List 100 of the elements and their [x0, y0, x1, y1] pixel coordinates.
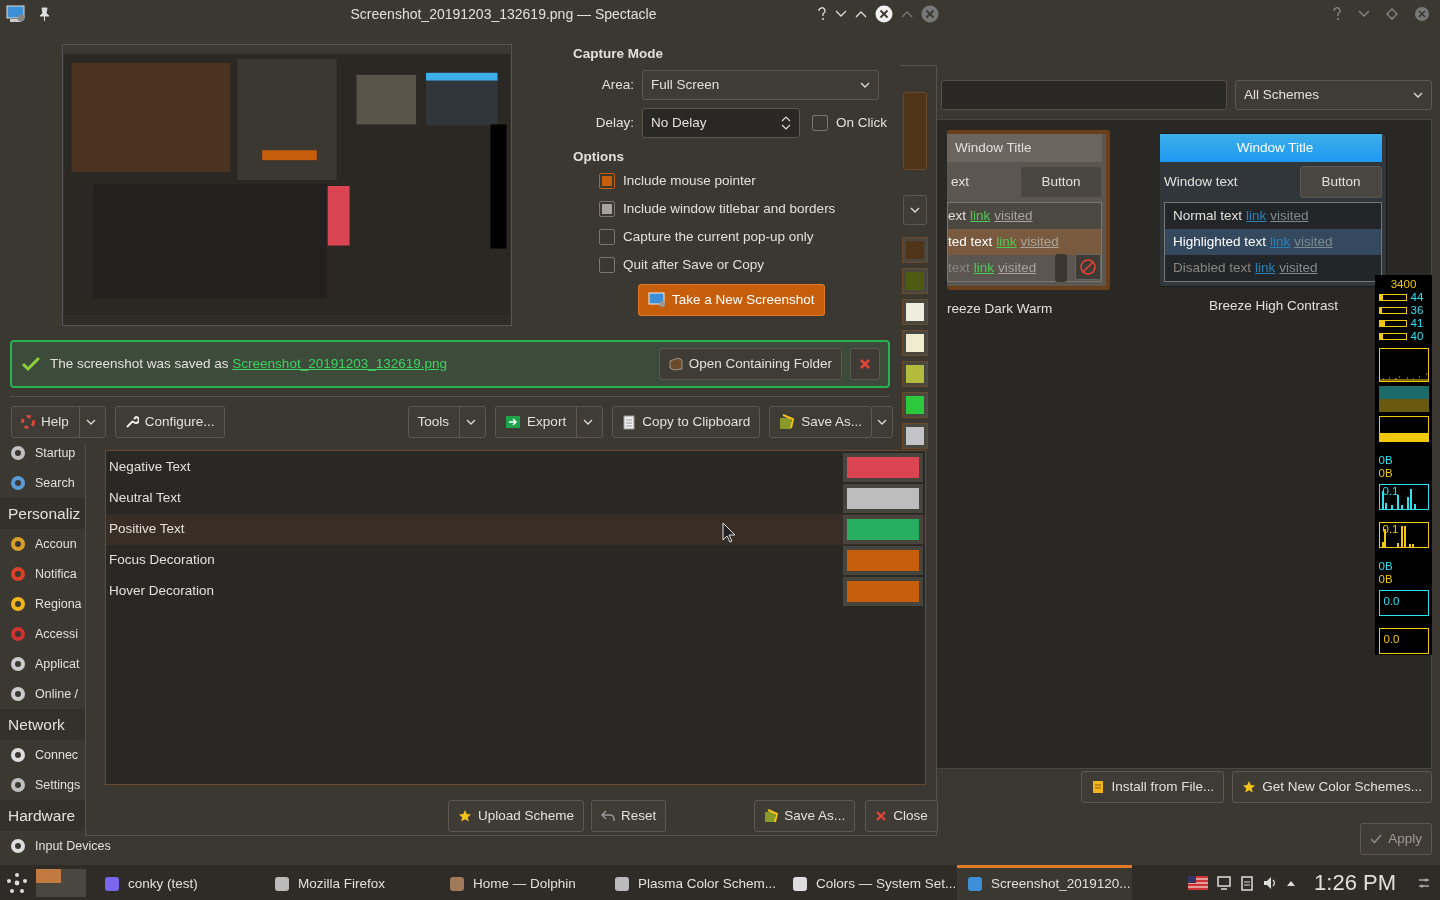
link-text[interactable]: link: [973, 257, 995, 279]
color-swatch[interactable]: [843, 515, 923, 544]
color-swatch[interactable]: [843, 546, 923, 575]
taskbar-task[interactable]: Colors — System Set...: [782, 865, 957, 900]
search-field[interactable]: [941, 80, 1227, 110]
color-swatch[interactable]: [903, 393, 927, 417]
toolbar-button[interactable]: Help: [11, 406, 106, 438]
file-link[interactable]: Screenshot_20191203_132619.png: [232, 355, 448, 371]
area-dropdown[interactable]: Full Screen: [642, 70, 879, 100]
color-swatch[interactable]: [903, 331, 927, 355]
color-swatch[interactable]: [903, 362, 927, 386]
color-swatch[interactable]: [843, 484, 923, 513]
toolbar-button[interactable]: Copy to Clipboard: [612, 406, 761, 438]
close-icon[interactable]: [875, 5, 893, 23]
visited-link[interactable]: visited: [1279, 257, 1318, 279]
taskbar-task[interactable]: Plasma Color Schem...: [604, 865, 782, 900]
sidebar-item[interactable]: Settings: [35, 775, 81, 795]
color-swatch[interactable]: [903, 300, 927, 324]
taskbar-task[interactable]: Home — Dolphin: [439, 865, 604, 900]
table-row[interactable]: Focus Decoration: [106, 545, 925, 576]
checkbox[interactable]: [812, 115, 828, 131]
checkbox-label[interactable]: Capture the current pop-up only: [623, 226, 814, 248]
color-swatch[interactable]: [903, 424, 927, 448]
dialog-button[interactable]: Reset: [591, 800, 667, 832]
launcher-icon[interactable]: [6, 871, 28, 894]
sidebar-item[interactable]: Input Devices: [35, 836, 111, 856]
checkbox[interactable]: [599, 229, 615, 245]
toolbar-button[interactable]: Save As...: [769, 406, 872, 438]
action-button[interactable]: Get New Color Schemes...: [1232, 771, 1432, 803]
app-icon: [274, 876, 290, 892]
link-text[interactable]: link: [970, 205, 991, 227]
table-row[interactable]: Negative Text: [106, 452, 925, 483]
visited-link[interactable]: visited: [1270, 205, 1309, 227]
visited-link[interactable]: visited: [994, 205, 1033, 227]
sidebar-item[interactable]: Accoun: [35, 534, 77, 554]
dialog-button[interactable]: Upload Scheme: [448, 800, 585, 832]
toolbar-button[interactable]: Export: [495, 406, 604, 438]
color-swatch[interactable]: [843, 577, 923, 606]
sidebar-item[interactable]: Applicat: [35, 654, 80, 674]
checkbox-label[interactable]: On Click: [836, 112, 887, 134]
scrollbar-handle[interactable]: [1055, 254, 1067, 282]
sidebar-item[interactable]: Connec: [35, 745, 79, 765]
row-text: Highlighted text: [1173, 232, 1267, 251]
window-title: Screenshot_20191203_132619.png — Spectacle: [349, 4, 658, 24]
action-button[interactable]: Install from File...: [1081, 771, 1225, 803]
sidebar-item[interactable]: Accessi: [35, 624, 79, 644]
open-folder-button[interactable]: Open Containing Folder: [658, 348, 842, 380]
sidebar-item[interactable]: Regiona: [35, 594, 82, 614]
install-icon: [1091, 780, 1106, 794]
color-swatch[interactable]: [843, 453, 923, 482]
toolbar-button[interactable]: Configure...: [114, 406, 225, 438]
screenshot-app-icon[interactable]: [6, 5, 26, 23]
delay-spinbox[interactable]: No Delay: [642, 108, 800, 138]
color-swatch[interactable]: [903, 269, 927, 293]
display-icon[interactable]: [1216, 874, 1233, 891]
dismiss-button[interactable]: [850, 348, 880, 380]
star-icon: [1242, 780, 1257, 794]
graph-label: 0.0: [1383, 633, 1400, 645]
pin-icon[interactable]: [38, 7, 50, 21]
panel-settings-icon[interactable]: [1418, 876, 1430, 889]
color-swatch[interactable]: [903, 238, 927, 262]
sidebar-item[interactable]: Search: [35, 473, 75, 493]
section-heading: Capture Mode: [573, 45, 664, 63]
filter-dropdown[interactable]: All Schemes: [1235, 80, 1432, 110]
blurred-graph: [1378, 386, 1429, 412]
flag-icon[interactable]: [1188, 875, 1209, 890]
checkbox-label[interactable]: Include window titlebar and borders: [623, 198, 836, 220]
table-row[interactable]: Hover Decoration: [106, 576, 925, 607]
dropdown-arrow-button[interactable]: [871, 406, 893, 438]
clipboard-icon[interactable]: [1240, 874, 1255, 891]
clock[interactable]: 1:26 PM: [1314, 866, 1396, 899]
field-label: Delay:: [594, 113, 634, 132]
checkbox-label[interactable]: Quit after Save or Copy: [623, 254, 765, 276]
link-text[interactable]: link: [1255, 257, 1276, 279]
checkbox[interactable]: [599, 257, 615, 273]
toolbar-button[interactable]: Tools: [407, 406, 487, 438]
sidebar-item[interactable]: Notifica: [35, 564, 77, 584]
take-screenshot-button[interactable]: Take a New Screenshot: [638, 284, 825, 316]
network-reading: 0B: [1378, 573, 1394, 586]
sidebar-item[interactable]: Startup: [35, 443, 76, 463]
dialog-button[interactable]: Close: [865, 800, 938, 832]
dialog-button[interactable]: Save As...: [754, 800, 856, 832]
link-text[interactable]: link: [1246, 205, 1267, 227]
scheme-preview[interactable]: Window Title Window text Button Normal text link visited Highlighted text link visited Disabled text link visited: [1160, 133, 1387, 287]
taskbar-task[interactable]: conky (test): [94, 865, 264, 900]
checkbox[interactable]: [599, 201, 615, 217]
pager[interactable]: [36, 868, 86, 897]
cpu-graph: [1378, 348, 1429, 382]
sidebar-item[interactable]: Online /: [35, 684, 79, 704]
dropdown[interactable]: [903, 195, 927, 225]
save-icon: [779, 414, 796, 430]
preview-button[interactable]: Button: [1020, 166, 1102, 198]
preview-button[interactable]: Button: [1300, 166, 1382, 198]
checkbox[interactable]: [599, 173, 615, 189]
taskbar-task[interactable]: Mozilla Firefox: [264, 865, 439, 900]
checkbox-label[interactable]: Include mouse pointer: [623, 170, 756, 192]
forbidden-icon[interactable]: [1075, 254, 1101, 280]
help-icon[interactable]: [817, 7, 827, 21]
taskbar-task[interactable]: Screenshot_2019120...: [957, 865, 1132, 900]
table-row[interactable]: Positive Text: [106, 514, 925, 545]
